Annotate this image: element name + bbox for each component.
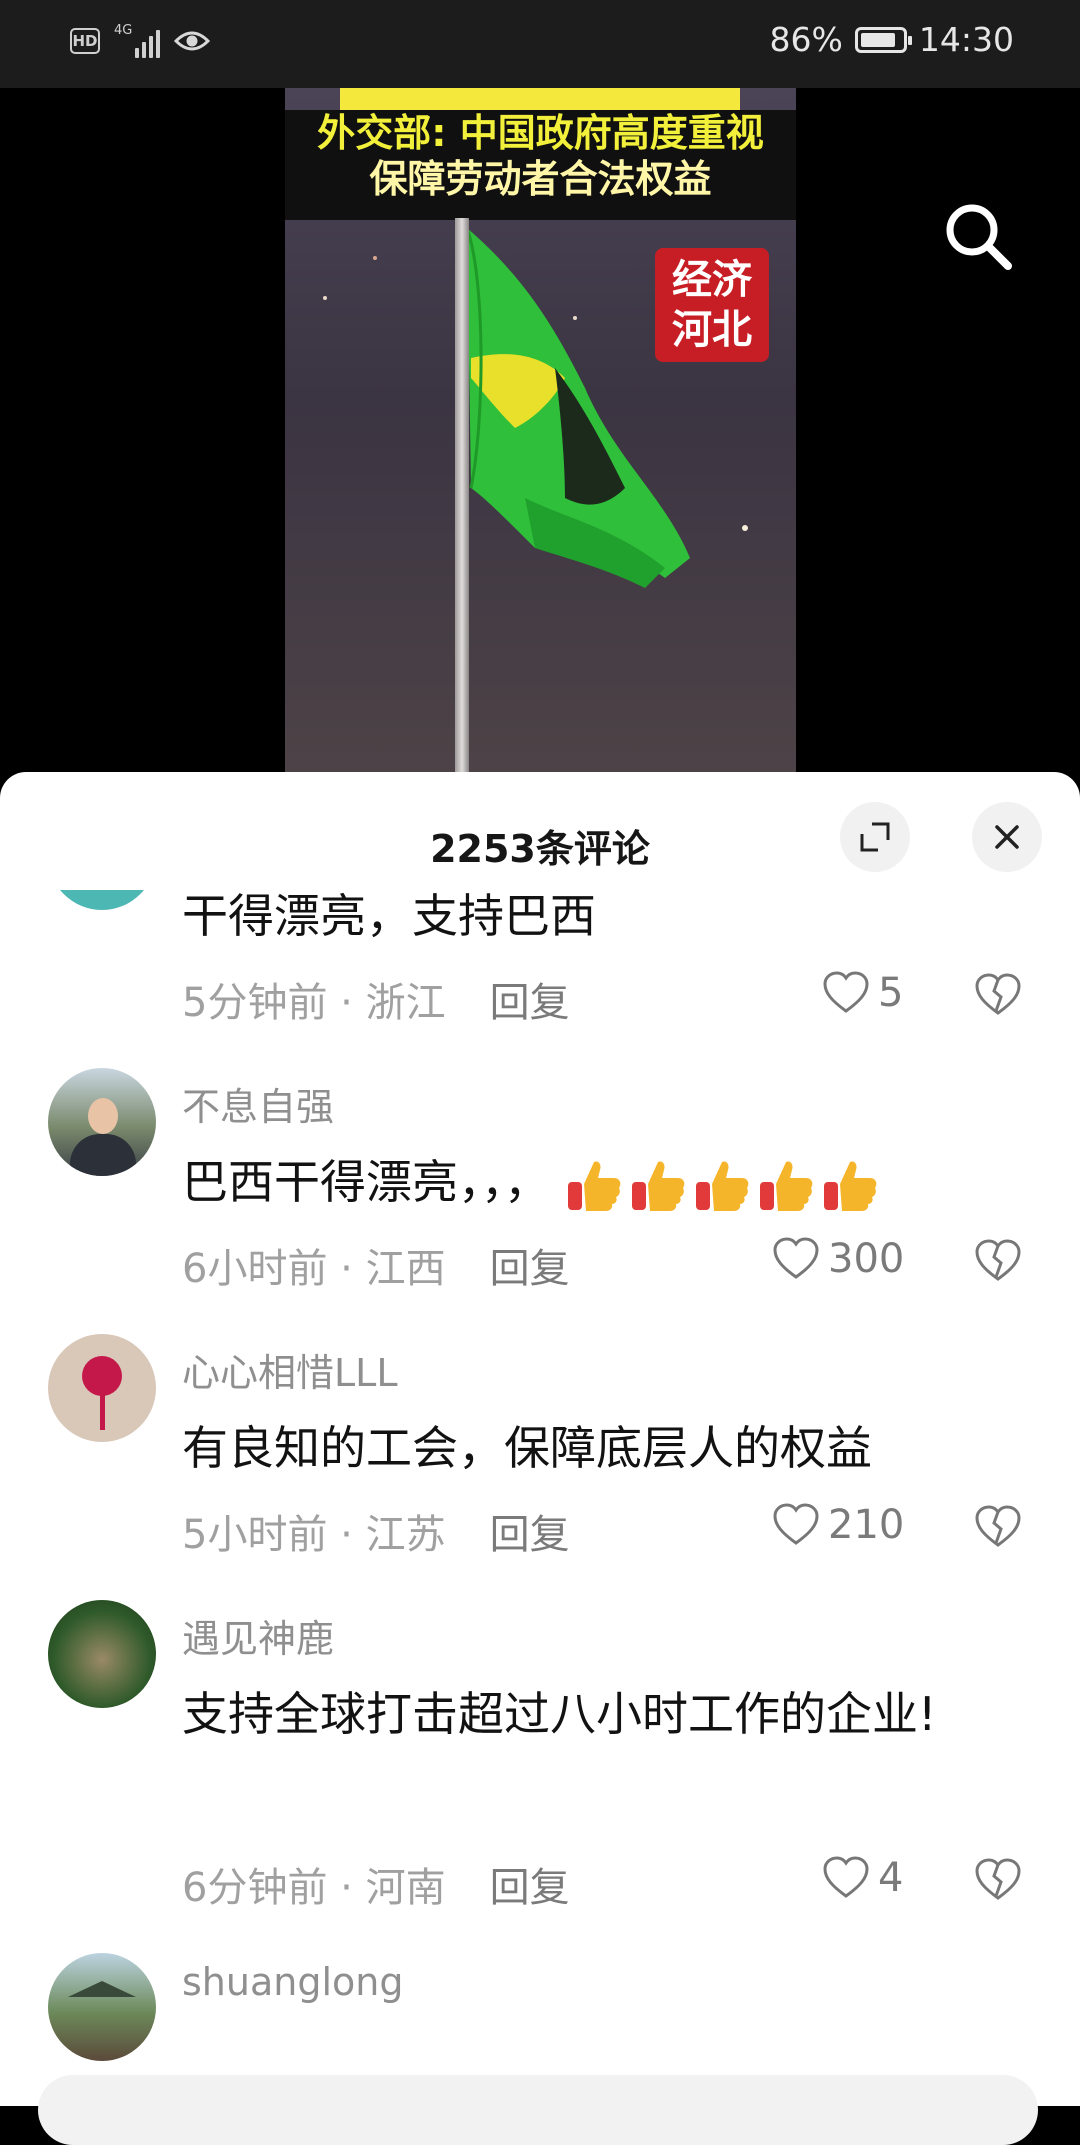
- like-count: 210: [828, 1502, 905, 1548]
- broken-heart-icon[interactable]: [974, 973, 1022, 1017]
- comment-meta: 6小时前 · 江西 回复: [182, 1246, 570, 1292]
- broken-heart-icon[interactable]: [974, 1239, 1022, 1283]
- comment-meta: 5小时前 · 江苏 回复: [182, 1512, 570, 1558]
- comment-text-row: 巴西干得漂亮，，，: [182, 1138, 1022, 1226]
- heart-icon: [773, 1237, 819, 1279]
- reply-button[interactable]: 回复: [490, 1865, 570, 1911]
- search-icon[interactable]: [938, 196, 1018, 276]
- comment-text: 干得漂亮，支持巴西: [182, 889, 596, 943]
- flag-pole: [455, 218, 469, 778]
- thumbs-up-icon: [760, 1160, 813, 1211]
- avatar[interactable]: [48, 1600, 156, 1708]
- comment-text: 有良知的工会，保障底层人的权益: [182, 1421, 872, 1475]
- network-type: 4G: [114, 23, 133, 38]
- channel-logo: 经济 河北: [655, 248, 769, 362]
- thumbs-up-icon: [632, 1160, 685, 1211]
- comment-location: 江苏: [365, 1512, 446, 1558]
- like-button[interactable]: 5: [822, 970, 903, 1016]
- comment-time: 5小时前: [182, 1512, 328, 1558]
- broken-heart-icon[interactable]: [974, 1858, 1022, 1902]
- comment-username[interactable]: 遇见神鹿: [182, 1608, 334, 1663]
- eye-icon: [174, 31, 211, 51]
- comment-text: 支持全球打击超过八小时工作的企业!: [182, 1687, 937, 1741]
- avatar[interactable]: [48, 1334, 156, 1442]
- logo-line-1: 经济: [672, 257, 752, 303]
- video-headline: 外交部: 中国政府高度重视 保障劳动者合法权益: [285, 110, 796, 220]
- comment-input-bar[interactable]: [38, 2075, 1038, 2145]
- broken-heart-icon[interactable]: [974, 1505, 1022, 1549]
- status-bar: HD 4G 86% 14:30: [0, 0, 1080, 88]
- comment-time: 6小时前: [182, 1246, 328, 1292]
- heart-icon: [773, 1503, 819, 1545]
- battery-percent: 86%: [769, 20, 843, 59]
- signal-icon: 4G: [114, 23, 161, 58]
- thumbs-up-icon: [568, 1160, 621, 1211]
- expand-icon: [860, 822, 890, 852]
- hd-icon: HD: [70, 28, 100, 54]
- comment-count-title: 2253条评论: [430, 827, 650, 871]
- like-count: 300: [828, 1236, 905, 1282]
- comment-meta: 6分钟前 · 河南 回复: [182, 1865, 570, 1911]
- comment-time: 5分钟前: [182, 980, 328, 1026]
- close-icon: [995, 825, 1019, 849]
- avatar[interactable]: [48, 1953, 156, 2061]
- heart-icon: [823, 1856, 869, 1898]
- comment-location: 河南: [365, 1865, 446, 1911]
- comment-username[interactable]: shuanglong: [182, 1960, 403, 2004]
- comment-time: 6分钟前: [182, 1865, 328, 1911]
- reply-button[interactable]: 回复: [490, 1512, 570, 1558]
- video-player[interactable]: 外交部: 中国政府高度重视 保障劳动者合法权益 经济 河北: [0, 88, 1080, 778]
- like-button[interactable]: 210: [772, 1502, 904, 1548]
- logo-line-2: 河北: [672, 307, 752, 353]
- status-left: HD 4G: [70, 23, 211, 58]
- reply-button[interactable]: 回复: [490, 980, 570, 1026]
- expand-button[interactable]: [840, 802, 910, 872]
- thumbs-up-emoji-group: [564, 1156, 880, 1216]
- battery-icon: [854, 26, 912, 53]
- comment-location: 浙江: [365, 980, 446, 1026]
- like-button[interactable]: 300: [772, 1236, 904, 1282]
- comment-location: 江西: [365, 1246, 446, 1292]
- video-frame: 外交部: 中国政府高度重视 保障劳动者合法权益 经济 河北: [285, 88, 796, 778]
- like-button[interactable]: 4: [822, 1855, 903, 1901]
- comment-meta: 5分钟前 · 浙江 回复: [182, 980, 570, 1026]
- headline-line-2: 保障劳动者合法权益: [369, 157, 712, 201]
- like-count: 5: [878, 970, 904, 1016]
- comment-username[interactable]: 心心相惜LLL: [182, 1342, 398, 1397]
- headline-strip: [340, 88, 740, 110]
- like-count: 4: [878, 1855, 904, 1901]
- clock: 14:30: [918, 20, 1014, 59]
- close-button[interactable]: [972, 802, 1042, 872]
- comment-text: 巴西干得漂亮，，，: [182, 1155, 550, 1209]
- status-right: 86% 14:30: [770, 20, 1014, 59]
- thumbs-up-icon: [696, 1160, 749, 1211]
- thumbs-up-icon: [824, 1160, 877, 1211]
- headline-line-1: 外交部: 中国政府高度重视: [317, 111, 764, 155]
- heart-icon: [823, 971, 869, 1013]
- comment-username[interactable]: 不息自强: [182, 1076, 334, 1131]
- reply-button[interactable]: 回复: [490, 1246, 570, 1292]
- avatar[interactable]: [48, 1068, 156, 1176]
